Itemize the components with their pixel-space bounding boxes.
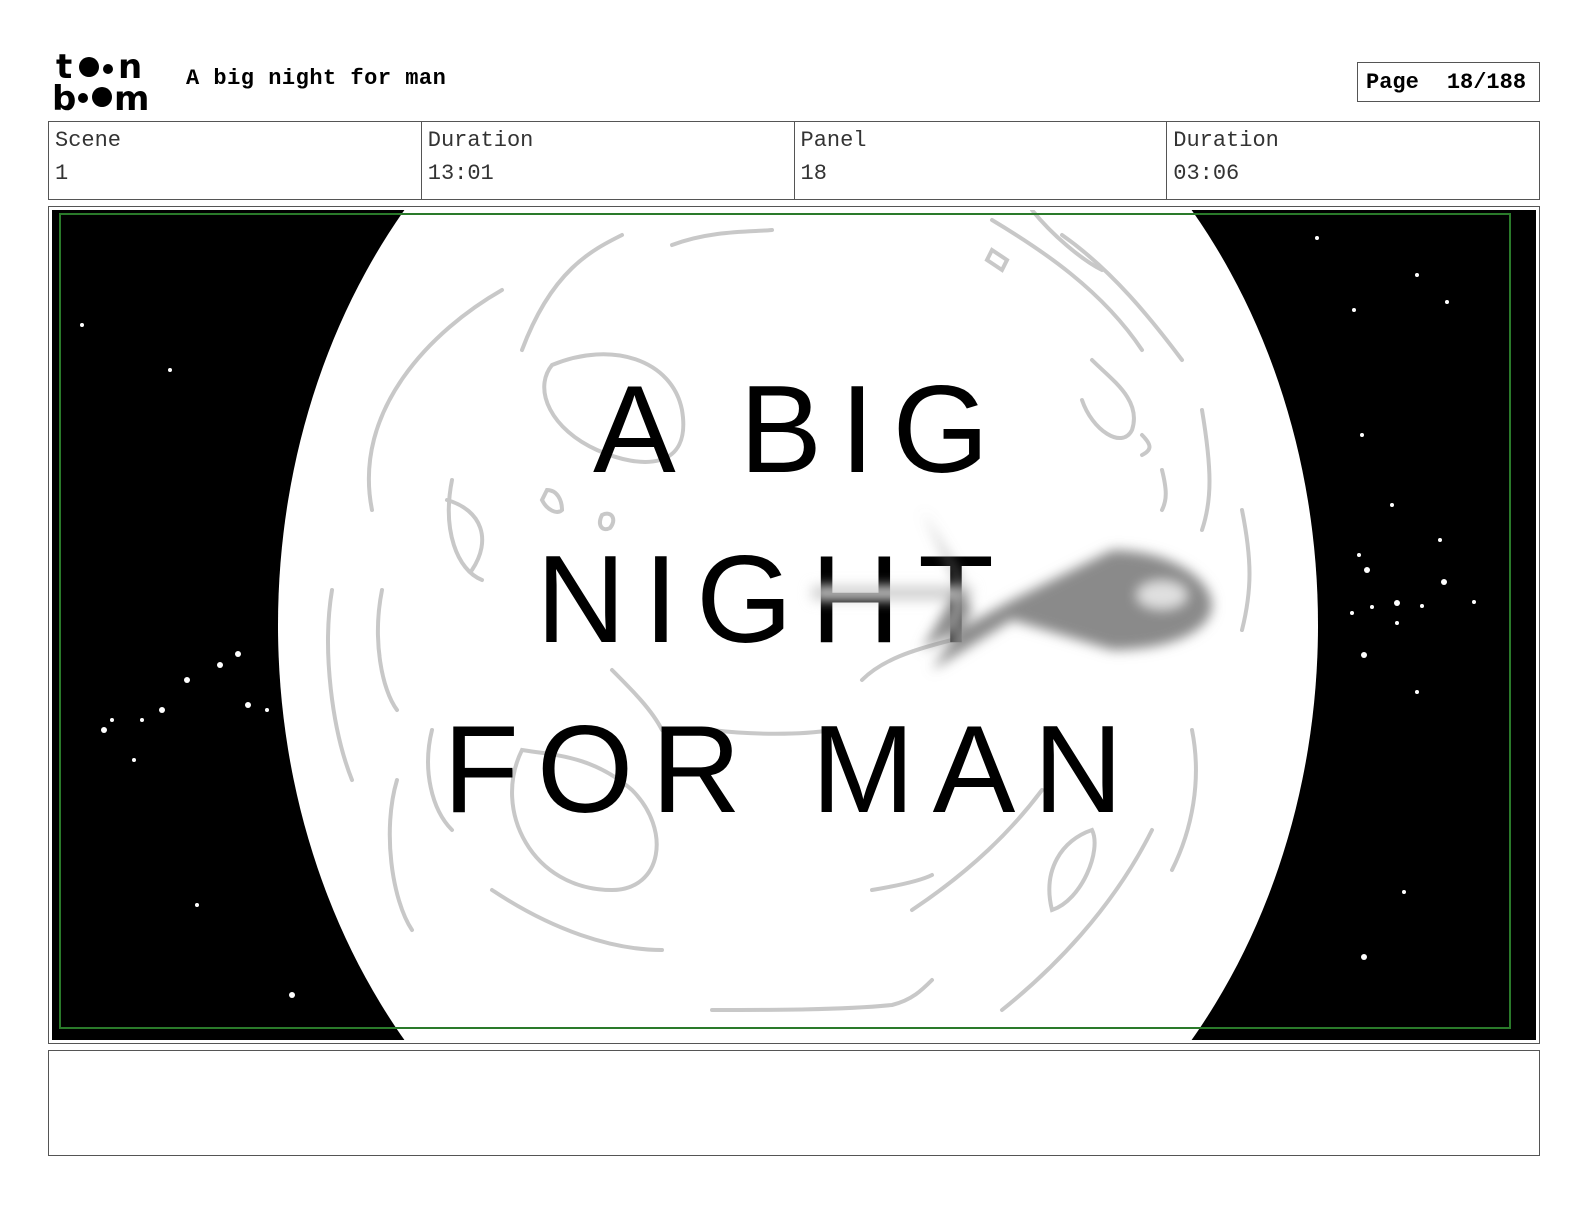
title-line-1: A BIG bbox=[593, 361, 1007, 499]
panel-cell: Panel 18 bbox=[795, 122, 1168, 199]
panel-duration-cell: Duration 03:06 bbox=[1167, 122, 1539, 199]
title-line-3: FOR MAN bbox=[443, 701, 1141, 839]
panel-duration-value: 03:06 bbox=[1173, 161, 1240, 186]
document-title: A big night for man bbox=[186, 66, 447, 91]
panel-label: Panel bbox=[800, 128, 867, 153]
panel-notes-box bbox=[48, 1050, 1540, 1156]
scene-info-table: Scene 1 Duration 13:01 Panel 18 Duration… bbox=[48, 121, 1540, 200]
storyboard-panel: A BIG NIGHT FOR MAN bbox=[48, 206, 1540, 1044]
panel-duration-label: Duration bbox=[1173, 128, 1279, 153]
scene-label: Scene bbox=[55, 128, 122, 153]
page-indicator: Page 18/188 bbox=[1357, 62, 1540, 102]
scene-duration-cell: Duration 13:01 bbox=[422, 122, 795, 199]
scene-cell: Scene 1 bbox=[49, 122, 422, 199]
page-number: 18/188 bbox=[1446, 69, 1527, 95]
page-label: Page bbox=[1366, 69, 1419, 95]
logo-graphic: t n b m bbox=[52, 50, 149, 114]
toon-boom-logo: t n b m bbox=[52, 50, 164, 114]
scene-duration-label: Duration bbox=[427, 128, 534, 153]
scene-value: 1 bbox=[55, 161, 69, 186]
panel-value: 18 bbox=[800, 161, 827, 186]
svg-text:m: m bbox=[114, 79, 149, 114]
svg-text:b: b bbox=[52, 79, 76, 114]
scene-duration-value: 13:01 bbox=[427, 161, 494, 186]
panel-drawing: A BIG NIGHT FOR MAN bbox=[52, 210, 1536, 1040]
